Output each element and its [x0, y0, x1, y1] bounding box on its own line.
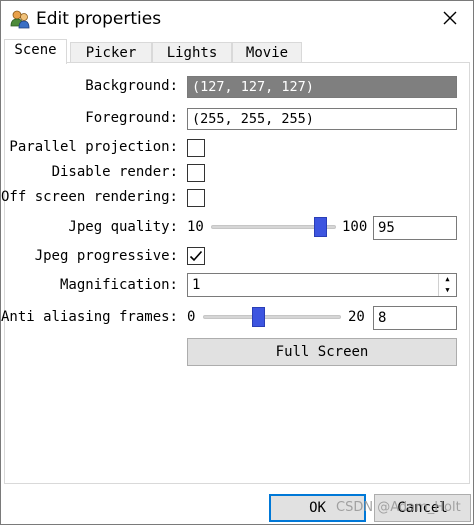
background-color-value: (127, 127, 127) [192, 79, 314, 95]
anti-aliasing-min: 0 [187, 309, 196, 325]
foreground-color-value: (255, 255, 255) [192, 111, 314, 127]
parallel-projection-label: Parallel projection: [9, 139, 178, 155]
off-screen-rendering-checkbox[interactable] [187, 189, 205, 207]
jpeg-quality-label: Jpeg quality: [68, 219, 178, 235]
arrow-down-icon: ▼ [445, 286, 450, 294]
checkmark-icon [188, 248, 204, 264]
watermark-text: CSDN @Adam_Holt [336, 500, 461, 515]
magnification-spinbox[interactable]: 1 [187, 273, 457, 297]
jpeg-quality-max: 100 [342, 219, 368, 235]
disable-render-label: Disable render: [51, 164, 178, 180]
anti-aliasing-value: 8 [378, 310, 387, 326]
background-label: Background: [85, 78, 178, 94]
background-color-field[interactable]: (127, 127, 127) [187, 76, 457, 98]
parallel-projection-checkbox[interactable] [187, 139, 205, 157]
close-icon [442, 10, 458, 30]
tab-bar: Scene Picker Lights Movie [4, 39, 470, 64]
spin-up-button[interactable]: ▲ [439, 274, 456, 285]
anti-aliasing-input[interactable]: 8 [373, 306, 457, 330]
off-screen-rendering-label: Off screen rendering: [0, 189, 178, 205]
foreground-color-field[interactable]: (255, 255, 255) [187, 108, 457, 130]
jpeg-progressive-checkbox[interactable] [187, 247, 205, 265]
anti-aliasing-label: Anti aliasing frames: [0, 309, 178, 325]
magnification-value: 1 [192, 277, 201, 293]
full-screen-button[interactable]: Full Screen [187, 338, 457, 366]
foreground-label: Foreground: [85, 110, 178, 126]
spin-down-button[interactable]: ▼ [439, 285, 456, 296]
jpeg-quality-min: 10 [187, 219, 204, 235]
users-icon [10, 9, 30, 29]
jpeg-progressive-label: Jpeg progressive: [34, 248, 178, 264]
tab-lights[interactable]: Lights [152, 42, 232, 63]
disable-render-checkbox[interactable] [187, 164, 205, 182]
window-title: Edit properties [36, 9, 162, 29]
arrow-up-icon: ▲ [445, 275, 450, 283]
anti-aliasing-max: 20 [348, 309, 365, 325]
tab-picker[interactable]: Picker [70, 42, 152, 63]
jpeg-quality-input[interactable]: 95 [373, 216, 457, 240]
close-button[interactable] [436, 6, 464, 34]
jpeg-quality-value: 95 [378, 220, 395, 236]
tab-movie[interactable]: Movie [232, 42, 302, 63]
jpeg-quality-slider-thumb[interactable] [314, 217, 327, 237]
tab-scene[interactable]: Scene [4, 39, 67, 64]
anti-aliasing-slider-thumb[interactable] [252, 307, 265, 327]
magnification-spin-buttons: ▲ ▼ [438, 274, 456, 296]
anti-aliasing-slider[interactable] [203, 315, 341, 319]
magnification-label: Magnification: [59, 277, 178, 293]
title-bar: Edit properties [0, 0, 474, 38]
